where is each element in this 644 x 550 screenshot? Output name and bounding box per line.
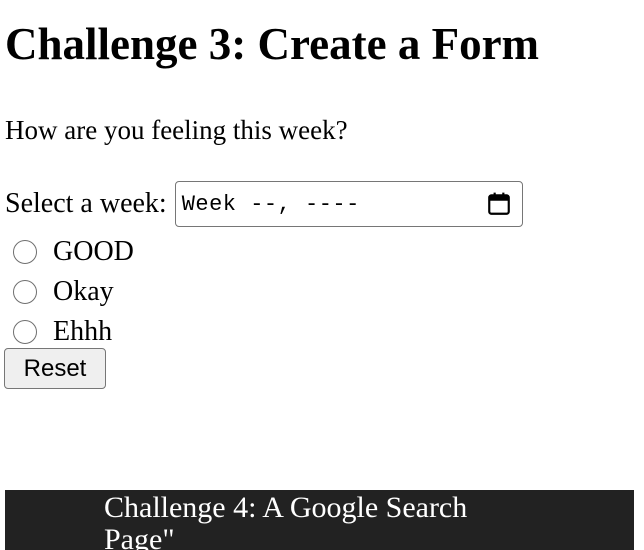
radio-button[interactable] <box>13 280 37 304</box>
option-label: Okay <box>53 276 114 307</box>
week-label: Select a week: <box>5 188 167 219</box>
week-input-value: Week --, ---- <box>181 191 360 217</box>
week-input[interactable]: Week --, ---- <box>174 181 523 227</box>
option-okay[interactable]: Okay <box>13 272 134 312</box>
option-label: Ehhh <box>53 316 113 347</box>
option-label: GOOD <box>53 236 134 267</box>
radio-button[interactable] <box>13 320 37 344</box>
feeling-options: GOOD Okay Ehhh <box>13 232 134 352</box>
calendar-icon[interactable] <box>486 191 512 217</box>
question-text: How are you feeling this week? <box>5 115 348 145</box>
reset-button[interactable]: Reset <box>4 348 106 389</box>
option-ehhh[interactable]: Ehhh <box>13 312 134 352</box>
footer-banner: Challenge 4: A Google Search Page" <box>5 490 634 550</box>
week-picker-row: Select a week: Week --, ---- <box>5 181 523 227</box>
page-title: Challenge 3: Create a Form <box>5 19 540 69</box>
option-good[interactable]: GOOD <box>13 232 134 272</box>
radio-button[interactable] <box>13 240 37 264</box>
challenge-4-link[interactable]: Challenge 4: A Google Search Page" <box>104 492 524 550</box>
